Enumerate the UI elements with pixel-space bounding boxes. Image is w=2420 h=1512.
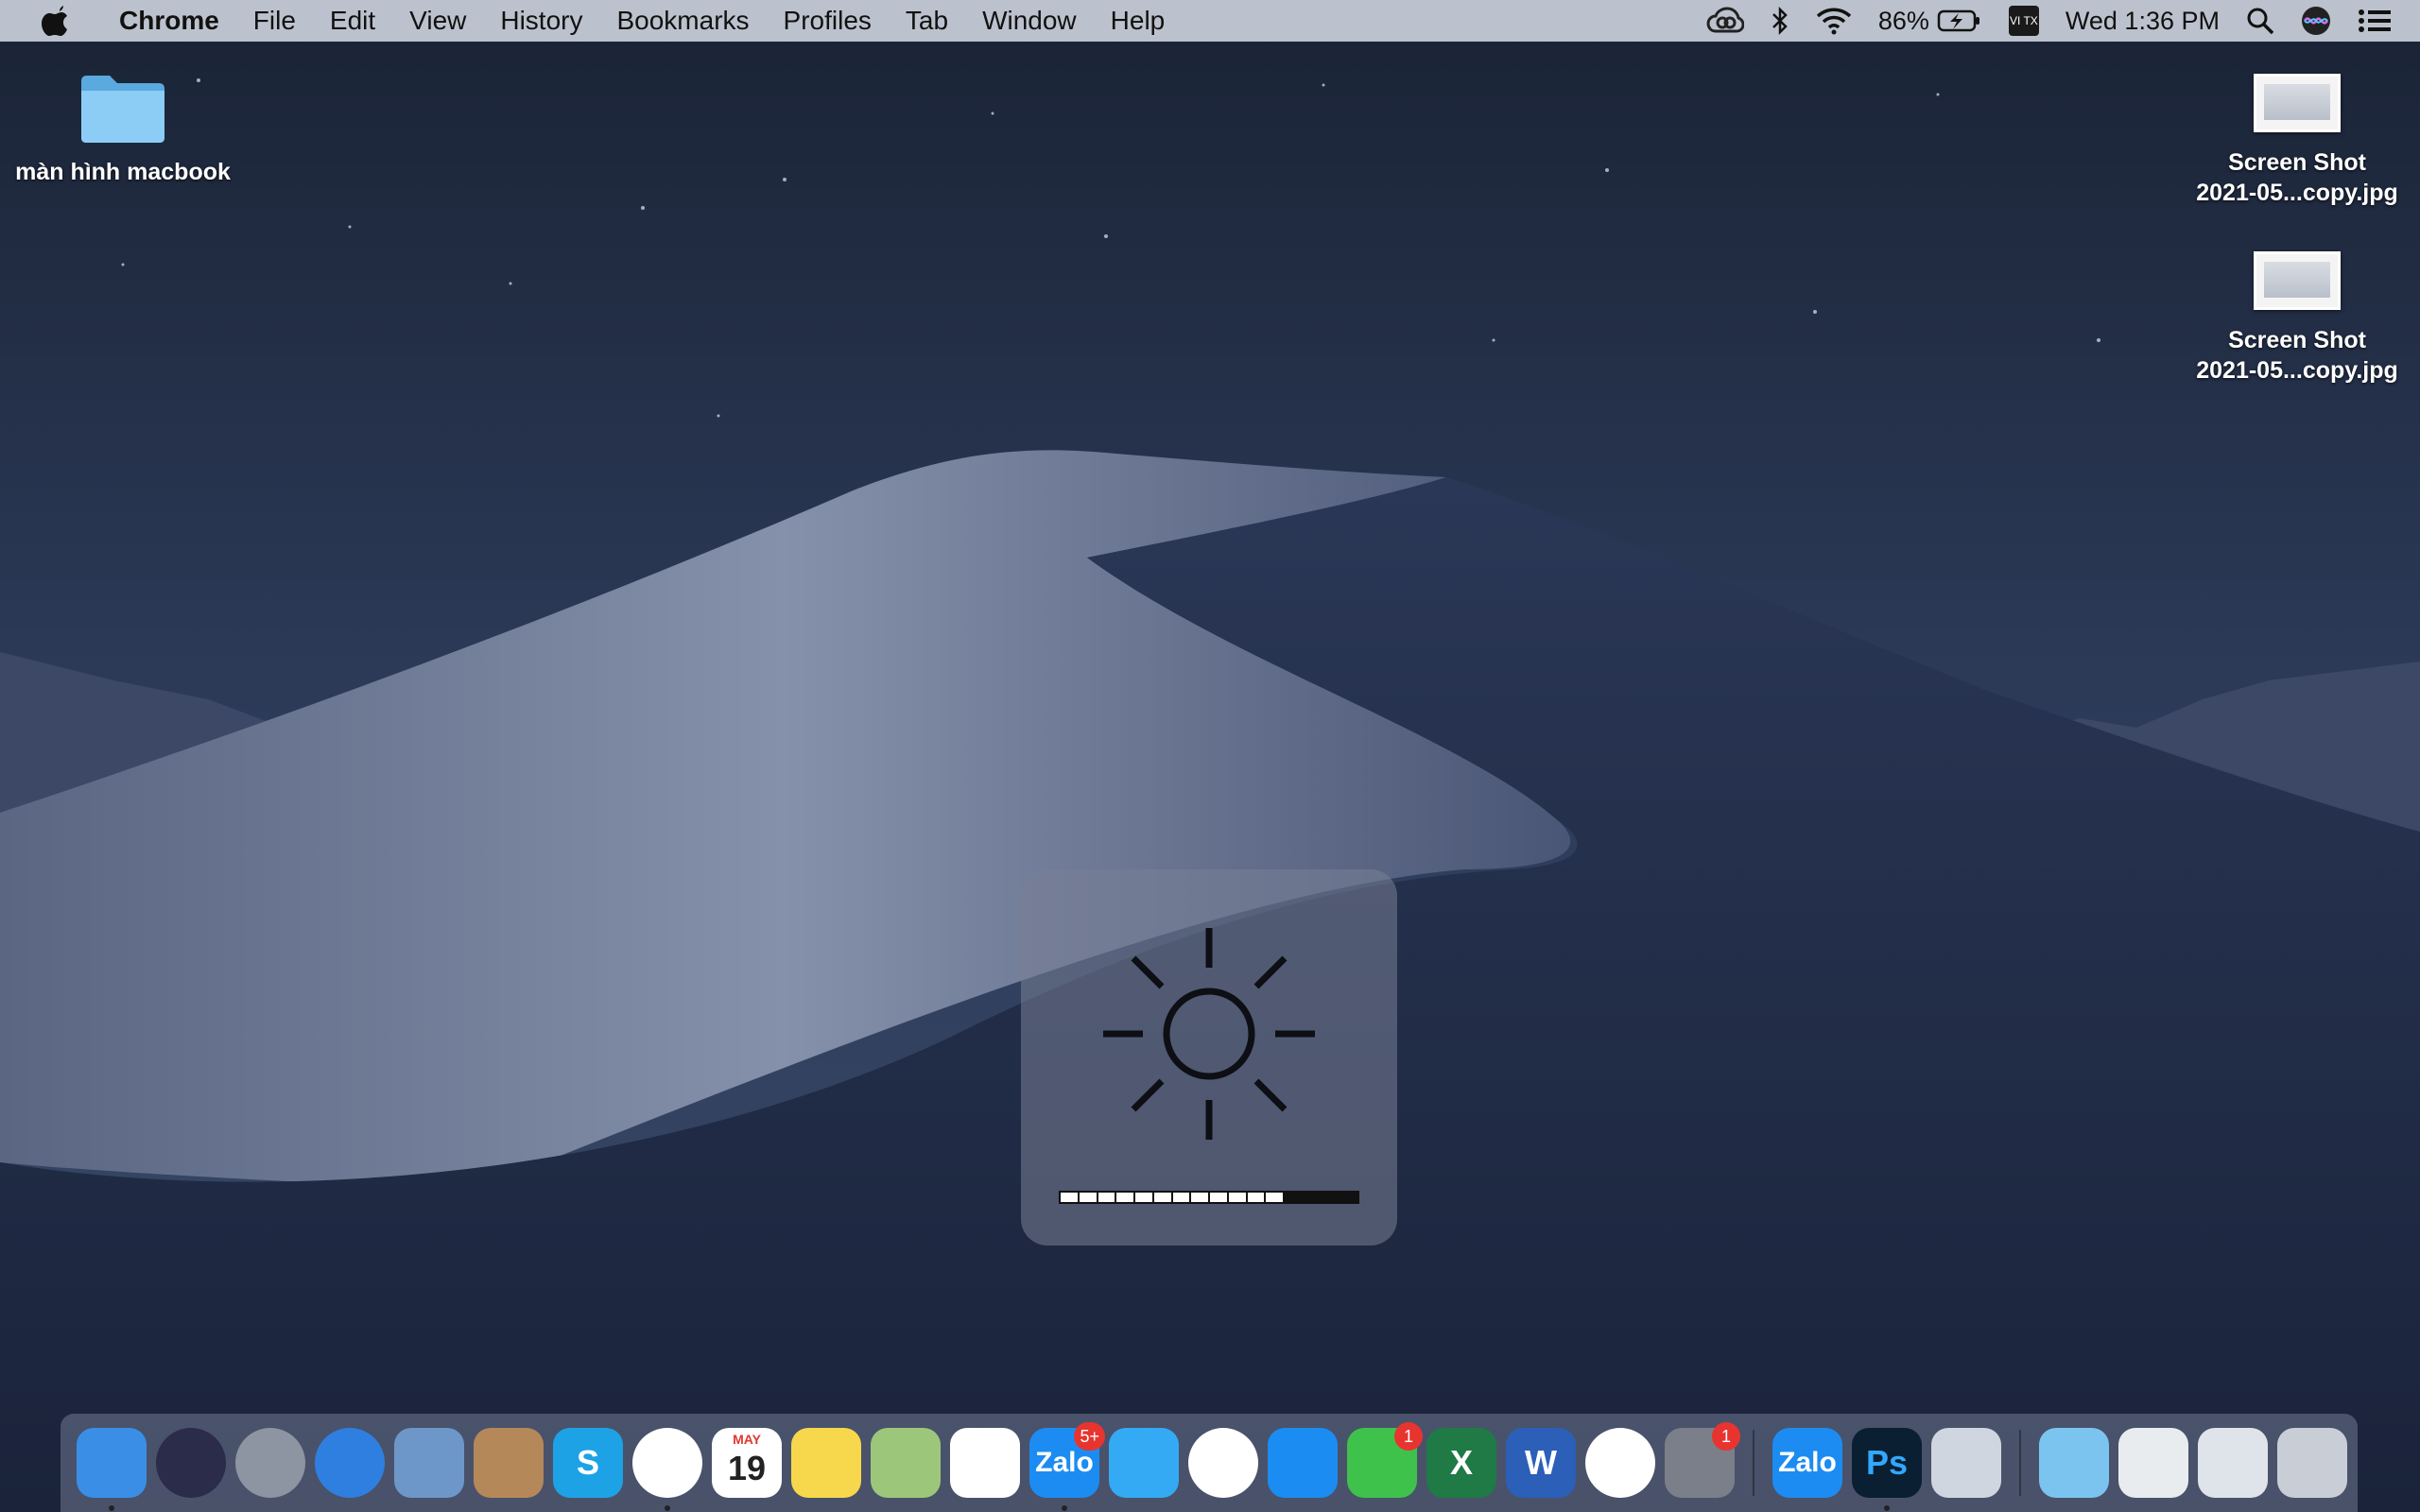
dock-app-preview[interactable] (1931, 1428, 2001, 1498)
dock-app-label: Zalo (1035, 1447, 1094, 1478)
dock-app-trash[interactable] (2277, 1428, 2347, 1498)
brightness-level-segment (1340, 1193, 1357, 1202)
notification-center-icon[interactable] (2358, 8, 2392, 34)
menubar-clock[interactable]: Wed 1:36 PM (2066, 7, 2220, 36)
file-label-line2: 2021-05...copy.jpg (2196, 180, 2398, 206)
notification-badge: 1 (1394, 1422, 1423, 1451)
brightness-level-segment (1228, 1193, 1246, 1202)
brightness-level-segment (1116, 1193, 1133, 1202)
dock-app-app-store[interactable] (1268, 1428, 1338, 1498)
dock-app-maps[interactable] (871, 1428, 941, 1498)
apple-logo-icon[interactable] (34, 6, 76, 36)
input-method-icon[interactable]: VI TX (2008, 6, 2039, 36)
desktop-file-screenshot-1[interactable]: Screen Shot 2021-05...copy.jpg (2174, 74, 2420, 208)
menu-file[interactable]: File (236, 0, 313, 42)
bluetooth-icon[interactable] (1771, 6, 1789, 36)
running-indicator (1062, 1505, 1067, 1511)
dock-app-itunes[interactable] (1585, 1428, 1655, 1498)
menu-profiles[interactable]: Profiles (767, 0, 889, 42)
brightness-level-segment (1061, 1193, 1078, 1202)
desktop-folder[interactable]: màn hình macbook (9, 72, 236, 187)
dock-app-zalo-2[interactable]: Zalo (1772, 1428, 1842, 1498)
brightness-level-segment (1191, 1193, 1208, 1202)
menu-help[interactable]: Help (1094, 0, 1183, 42)
dock: S MAY 19 Zalo 5+ 1 X W 1 Zalo Ps (60, 1414, 2358, 1512)
image-thumbnail-icon (2254, 251, 2341, 310)
dock-app-label: 19 (727, 1449, 767, 1487)
brightness-level-segment (1172, 1193, 1190, 1202)
brightness-level-segment (1153, 1193, 1171, 1202)
menu-tab[interactable]: Tab (889, 0, 965, 42)
menu-app-name[interactable]: Chrome (100, 0, 236, 42)
brightness-level-segment (1285, 1193, 1302, 1202)
dock-app-skype[interactable]: S (553, 1428, 623, 1498)
menu-window[interactable]: Window (965, 0, 1094, 42)
dock-app-screenshot-stack[interactable] (2198, 1428, 2268, 1498)
siri-icon[interactable] (2301, 6, 2331, 36)
dock-app-photos[interactable] (1188, 1428, 1258, 1498)
dock-app-safari[interactable] (315, 1428, 385, 1498)
battery-charging-icon[interactable] (1937, 9, 1982, 33)
menu-bar: Chrome File Edit View History Bookmarks … (0, 0, 2420, 42)
dock-app-finder[interactable] (77, 1428, 147, 1511)
desktop-file-screenshot-2[interactable]: Screen Shot 2021-05...copy.jpg (2174, 251, 2420, 386)
dock-app-label: S (576, 1443, 599, 1482)
brightness-level-segment (1135, 1193, 1152, 1202)
dock-app-notes[interactable] (791, 1428, 861, 1498)
dock-app-siri[interactable] (156, 1428, 226, 1498)
desktop-wallpaper (0, 0, 2420, 1512)
dock-app-excel[interactable]: X (1426, 1428, 1496, 1498)
dock-app-zalo[interactable]: Zalo 5+ (1029, 1422, 1105, 1511)
battery-percent: 86% (1877, 6, 1929, 35)
dock-app-system-preferences[interactable]: 1 (1665, 1422, 1740, 1498)
folder-label: màn hình macbook (15, 159, 231, 185)
dock-app-calendar[interactable]: MAY 19 (712, 1428, 782, 1498)
menu-history[interactable]: History (483, 0, 599, 42)
file-label-line1: Screen Shot (2228, 149, 2366, 176)
dock-separator (2019, 1430, 2021, 1496)
brightness-sun-icon (1103, 928, 1315, 1140)
spotlight-search-icon[interactable] (2246, 7, 2274, 35)
brightness-hud (1021, 869, 1397, 1246)
dock-app-contacts[interactable] (474, 1428, 544, 1498)
dock-app-downloads-folder[interactable] (2039, 1428, 2109, 1498)
dock-app-chrome[interactable] (632, 1428, 702, 1511)
dock-app-reminders[interactable] (950, 1428, 1020, 1498)
dock-app-word[interactable]: W (1506, 1428, 1576, 1498)
dock-app-label: W (1525, 1443, 1557, 1482)
dock-app-facetime[interactable]: 1 (1347, 1422, 1423, 1498)
running-indicator (109, 1505, 114, 1511)
brightness-level-segment (1079, 1193, 1097, 1202)
brightness-level-segment (1303, 1193, 1321, 1202)
dock-app-documents-stack[interactable] (2118, 1428, 2188, 1498)
file-label-line2: 2021-05...copy.jpg (2196, 357, 2398, 384)
wifi-icon[interactable] (1816, 7, 1852, 35)
brightness-level-segment (1322, 1193, 1340, 1202)
notification-badge: 5+ (1074, 1422, 1105, 1451)
dock-app-messages[interactable] (1109, 1428, 1179, 1498)
notification-badge: 1 (1712, 1422, 1740, 1451)
running-indicator (665, 1505, 670, 1511)
dock-app-photoshop[interactable]: Ps (1852, 1428, 1922, 1511)
menu-edit[interactable]: Edit (313, 0, 392, 42)
dock-app-mail-stamp[interactable] (394, 1428, 464, 1498)
calendar-month: MAY (733, 1432, 761, 1447)
dock-app-launchpad[interactable] (235, 1428, 305, 1498)
dock-app-label: Zalo (1778, 1447, 1837, 1478)
file-label-line1: Screen Shot (2228, 327, 2366, 353)
menu-bookmarks[interactable]: Bookmarks (599, 0, 766, 42)
dock-separator (1753, 1430, 1754, 1496)
menu-view[interactable]: View (392, 0, 483, 42)
image-thumbnail-icon (2254, 74, 2341, 132)
folder-icon (79, 72, 166, 144)
running-indicator (1884, 1505, 1890, 1511)
brightness-level-segment (1266, 1193, 1283, 1202)
brightness-level-segment (1210, 1193, 1227, 1202)
brightness-level-segment (1098, 1193, 1115, 1202)
dock-app-label: X (1449, 1443, 1473, 1482)
brightness-level-segment (1247, 1193, 1265, 1202)
dock-app-label: Ps (1865, 1443, 1909, 1482)
brightness-level-bar (1059, 1191, 1359, 1204)
creative-cloud-icon[interactable] (1706, 7, 1744, 35)
